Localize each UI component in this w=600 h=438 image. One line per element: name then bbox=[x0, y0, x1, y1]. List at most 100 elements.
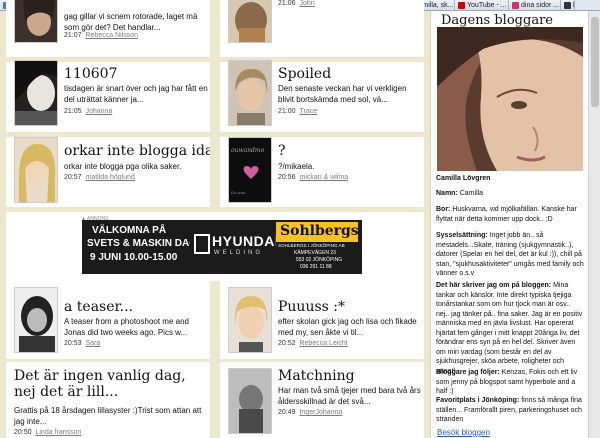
blogger-name: Namn: Camilla bbox=[436, 190, 484, 197]
blogger-topics: Det här skriver jag om på bloggen: Mina … bbox=[436, 282, 583, 375]
tab-favicon-icon bbox=[458, 2, 465, 9]
blogger-favorite-place: Favoritplats i Jönköping: finns så många… bbox=[436, 397, 582, 423]
post-time: 20:50 bbox=[14, 429, 32, 436]
svg-text:ouwandmo: ouwandmo bbox=[231, 147, 265, 154]
blogger-follows: Bloggare jag följer: Kenzas, Fokis och e… bbox=[436, 369, 578, 395]
blog-list: gag gillar vi scnem rotorade, laget mä s… bbox=[0, 0, 430, 438]
browser-tab[interactable]: dina sidor ... bbox=[509, 0, 561, 10]
post-thumbnail[interactable] bbox=[228, 0, 272, 43]
post-card[interactable]: ouwandmo Du ana ? ?/mikaela. 20:56 mickan… bbox=[220, 137, 424, 207]
post-card[interactable]: 110607 tisdagen är snart över och jag ha… bbox=[6, 60, 210, 132]
post-author-link[interactable]: IngerJohanna bbox=[299, 409, 342, 416]
post-title[interactable]: Spoiled bbox=[278, 66, 331, 82]
post-meta: 20:52 Rebecca Leicht bbox=[278, 340, 348, 347]
post-title[interactable]: 110607 bbox=[64, 66, 117, 82]
post-excerpt: Den senaste veckan har vi verkligen bliv… bbox=[278, 84, 407, 104]
post-time: 21:07 bbox=[64, 32, 82, 39]
post-meta: 20:56 mickan & wilma bbox=[278, 174, 348, 181]
post-thumbnail[interactable] bbox=[14, 137, 58, 203]
post-thumbnail[interactable] bbox=[228, 60, 272, 126]
post-title[interactable]: Matchning bbox=[278, 368, 355, 384]
post-thumbnail[interactable] bbox=[14, 287, 58, 353]
post-author-link[interactable]: Sara bbox=[85, 340, 100, 347]
post-meta: 21:00 Trace bbox=[278, 108, 317, 115]
post-row: orkar inte blogga idag! orkar inte blogg… bbox=[6, 137, 424, 207]
post-meta: 20:49 IngerJohanna bbox=[278, 409, 342, 416]
post-excerpt: orkar inte blogga pga olika saker. bbox=[64, 162, 182, 171]
ad-brand-sohlbergs-line-4: 036 291 11 88 bbox=[300, 264, 332, 270]
post-author-link[interactable]: matilda höglund bbox=[85, 174, 134, 181]
post-author-link[interactable]: mickan & wilma bbox=[299, 174, 348, 181]
post-time: 20:57 bbox=[64, 174, 82, 181]
sidebar-title: Dagens bloggare bbox=[441, 13, 553, 28]
blogger-occupation: Sysselsättning: Inget jobb än.. så mesta… bbox=[436, 232, 584, 277]
post-author-link[interactable]: Linda fransson bbox=[35, 429, 81, 436]
post-excerpt: efter skolan gick jag och lisa och fikad… bbox=[278, 317, 417, 337]
blogger-photo[interactable] bbox=[437, 27, 583, 171]
post-title[interactable]: ? bbox=[278, 143, 286, 159]
ad-brand-sohlbergs-line-2: KÄMPEVÄGEN 23 bbox=[294, 250, 336, 256]
post-time: 21:06 bbox=[278, 0, 296, 7]
tab-label: dina sidor ... bbox=[521, 2, 560, 9]
post-meta: 21:07 Rebecca Nilsson bbox=[64, 32, 138, 39]
post-author-link[interactable]: Rebecca Leicht bbox=[299, 340, 347, 347]
post-card[interactable]: Det är ingen vanlig dag, nej det är lill… bbox=[6, 362, 210, 438]
featured-blogger-sidebar: Dagens bloggare Camilla Lövgren Namn: Ca… bbox=[430, 11, 588, 438]
post-excerpt: A teaser from a photoshoot me and Jonas … bbox=[64, 317, 189, 337]
post-card[interactable]: orkar inte blogga idag! orkar inte blogg… bbox=[6, 137, 228, 207]
post-meta: 20:50 Linda fransson bbox=[14, 429, 81, 436]
scrollbar-thumb[interactable] bbox=[591, 17, 599, 107]
visit-blog-link[interactable]: Besök bloggen bbox=[437, 428, 490, 437]
post-card[interactable]: Puuuss :* efter skolan gick jag och lisa… bbox=[220, 281, 424, 359]
post-excerpt: Har man två små tjejer med bara två års … bbox=[278, 386, 421, 406]
post-time: 20:53 bbox=[64, 340, 82, 347]
post-meta: 21:05 Johanna bbox=[64, 108, 112, 115]
tab-favicon-icon bbox=[512, 2, 519, 9]
post-author-link[interactable]: John bbox=[299, 0, 314, 7]
post-card[interactable]: a teaser... A teaser from a photoshoot m… bbox=[6, 281, 210, 359]
post-author-link[interactable]: Johanna bbox=[85, 108, 112, 115]
browser-tab[interactable]: YouTube - ... bbox=[455, 0, 509, 10]
post-title[interactable]: a teaser... bbox=[64, 299, 133, 315]
ad-brand-sohlbergs: Sohlbergs bbox=[280, 223, 359, 239]
ad-banner[interactable]: VÄLKOMNA PÅ SVETS & MASKIN DAG 9 JUNI 10… bbox=[82, 220, 362, 274]
ad-line-1: VÄLKOMNA PÅ bbox=[92, 225, 167, 236]
scrollbar[interactable] bbox=[588, 11, 600, 438]
blogger-location: Bor: Huskvarna, vid mjölkafällan. Kanske… bbox=[436, 206, 577, 223]
post-row: Det är ingen vanlig dag, nej det är lill… bbox=[6, 362, 424, 438]
post-title[interactable]: Puuuss :* bbox=[278, 299, 345, 315]
post-author-link[interactable]: Trace bbox=[299, 108, 317, 115]
post-thumbnail[interactable] bbox=[14, 0, 58, 43]
post-time: 21:00 bbox=[278, 108, 296, 115]
post-thumbnail[interactable] bbox=[14, 60, 58, 126]
post-excerpt: tisdagen är snart över och jag har fått … bbox=[64, 84, 208, 104]
ad-brand-sohlbergs-line-3: 553 02 JÖNKÖPING bbox=[296, 257, 343, 263]
tab-favicon-icon bbox=[564, 2, 571, 9]
post-card[interactable]: 21:06 John bbox=[220, 0, 424, 57]
post-author-link[interactable]: Rebecca Nilsson bbox=[85, 32, 138, 39]
post-time: 20:56 bbox=[278, 174, 296, 181]
post-row: 110607 tisdagen är snart över och jag ha… bbox=[6, 60, 424, 132]
post-excerpt: Grattis på 18 årsdagen lillasyster :)Tri… bbox=[14, 406, 202, 426]
post-time: 21:05 bbox=[64, 108, 82, 115]
post-card[interactable]: Matchning Har man två små tjejer med bar… bbox=[220, 362, 424, 438]
post-thumbnail[interactable]: ouwandmo Du ana bbox=[228, 137, 272, 203]
post-card[interactable]: Spoiled Den senaste veckan har vi verkli… bbox=[220, 60, 424, 132]
post-thumbnail[interactable] bbox=[228, 368, 272, 434]
ad-brand-hyundai-sub: WELDING bbox=[214, 250, 264, 256]
post-title[interactable]: Det är ingen vanlig dag, nej det är lill… bbox=[14, 368, 208, 400]
post-row: gag gillar vi scnem rotorade, laget mä s… bbox=[6, 0, 424, 57]
post-title[interactable]: orkar inte blogga idag! bbox=[64, 143, 228, 159]
post-card[interactable]: gag gillar vi scnem rotorade, laget mä s… bbox=[6, 0, 210, 57]
post-time: 20:52 bbox=[278, 340, 296, 347]
tab-label: b bbox=[573, 2, 574, 9]
browser-tab[interactable]: b bbox=[561, 0, 575, 10]
ad-line-3: 9 JUNI 10.00-15.00 bbox=[90, 252, 178, 263]
post-thumbnail[interactable] bbox=[228, 287, 272, 353]
post-meta: 20:53 Sara bbox=[64, 340, 100, 347]
post-meta: 21:06 John bbox=[278, 0, 315, 7]
ad-row: ▲ ANNONS VÄLKOMNA PÅ SVETS & MASKIN DAG … bbox=[6, 212, 424, 286]
post-excerpt: gag gillar vi scnem rotorade, laget mä s… bbox=[64, 12, 198, 32]
post-excerpt: ?/mikaela. bbox=[278, 162, 315, 171]
post-time: 20:49 bbox=[278, 409, 296, 416]
